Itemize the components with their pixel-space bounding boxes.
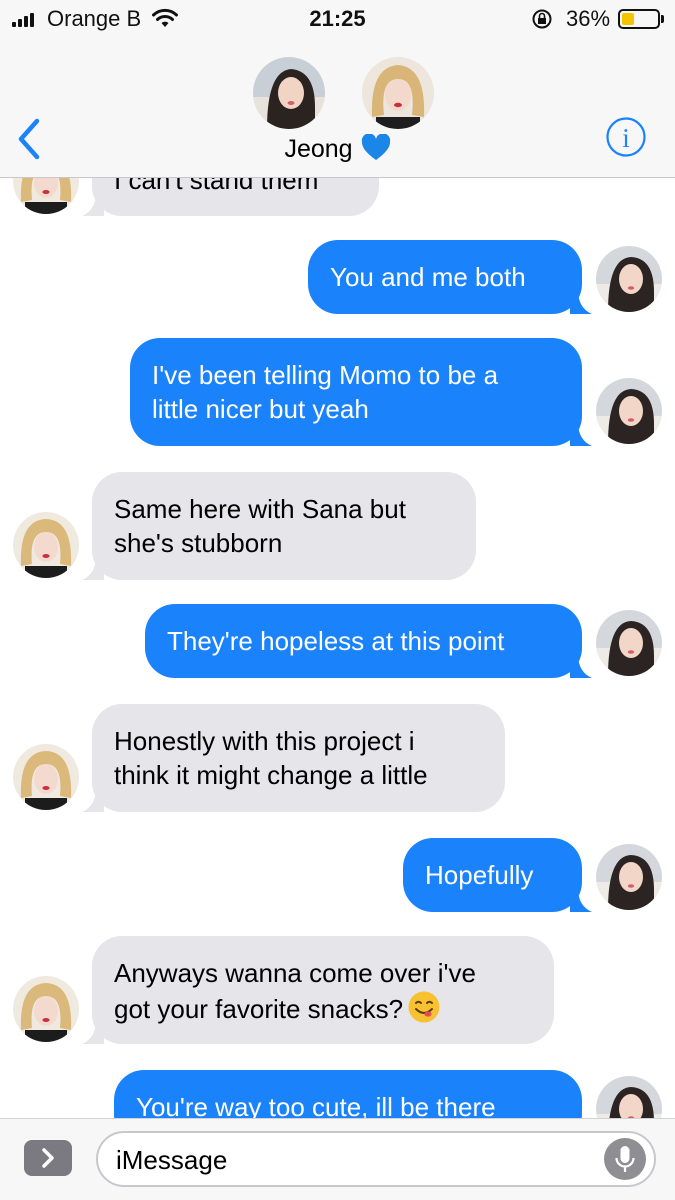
message-text: You and me both <box>330 262 526 292</box>
incoming-message-bubble[interactable]: Honestly with this project i think it mig… <box>92 704 505 812</box>
chevron-right-icon <box>42 1148 54 1168</box>
battery-tip <box>661 15 664 23</box>
bubble-tail <box>570 422 592 446</box>
message-text: I've been telling Momo to be a <box>152 360 499 390</box>
battery-percent: 36% <box>566 6 611 31</box>
message-text: Anyways wanna come over i've <box>114 958 476 988</box>
sender-avatar-jeong[interactable] <box>13 744 79 810</box>
bubble-tail <box>570 290 592 314</box>
sender-avatar-jeong[interactable] <box>13 976 79 1042</box>
message-text: Honestly with this project i <box>114 726 415 756</box>
outgoing-message-bubble[interactable]: Hopefully <box>403 838 582 912</box>
microphone-icon <box>615 1146 635 1172</box>
contact-name-text: Jeong <box>284 135 353 163</box>
bubble-tail <box>82 1020 104 1044</box>
contact-avatar-jeong[interactable] <box>362 57 434 129</box>
info-button[interactable]: i <box>605 116 647 158</box>
message-text: she's stubborn <box>114 528 283 558</box>
battery-icon <box>618 9 660 29</box>
outgoing-message-bubble[interactable]: They're hopeless at this point <box>145 604 582 678</box>
sender-avatar-jeong[interactable] <box>13 512 79 578</box>
svg-text:i: i <box>622 123 630 153</box>
message-text: You're way too cute, ill be there <box>136 1092 496 1118</box>
sender-avatar-me[interactable] <box>596 246 662 312</box>
message-text: Same here with Sana but <box>114 494 406 524</box>
yum-face-emoji-icon <box>407 990 441 1032</box>
status-bar: Orange B 21:25 36% <box>0 0 675 38</box>
incoming-message-bubble[interactable]: I can't stand them <box>92 178 379 216</box>
outgoing-message-bubble[interactable]: You're way too cute, ill be there <box>114 1070 582 1118</box>
message-input[interactable]: iMessage <box>96 1131 656 1187</box>
incoming-message-bubble[interactable]: Anyways wanna come over i've got your fav… <box>92 936 554 1044</box>
mic-button[interactable] <box>604 1138 646 1180</box>
outgoing-message-bubble[interactable]: You and me both <box>308 240 582 314</box>
message-placeholder: iMessage <box>116 1145 228 1175</box>
message-text: think it might change a little <box>114 760 428 790</box>
sender-avatar-jeong[interactable] <box>13 178 79 214</box>
bubble-tail <box>82 192 104 216</box>
sender-avatar-me[interactable] <box>596 1076 662 1118</box>
message-text: little nicer but yeah <box>152 394 369 424</box>
message-text: They're hopeless at this point <box>167 626 505 656</box>
bubble-tail <box>570 888 592 912</box>
bubble-tail <box>570 654 592 678</box>
sender-avatar-me[interactable] <box>596 844 662 910</box>
message-text: Hopefully <box>425 860 534 890</box>
outgoing-message-bubble[interactable]: I've been telling Momo to be a little nic… <box>130 338 582 446</box>
sender-avatar-me[interactable] <box>596 378 662 444</box>
bubble-tail <box>82 556 104 580</box>
apps-button[interactable] <box>24 1140 72 1176</box>
battery-level <box>622 13 634 25</box>
conversation-header: Jeong i <box>0 38 675 178</box>
message-text: I can't stand them <box>114 178 319 195</box>
contact-name[interactable]: Jeong <box>0 134 675 164</box>
contact-avatar-me[interactable] <box>253 57 325 129</box>
incoming-message-bubble[interactable]: Same here with Sana but she's stubborn <box>92 472 476 580</box>
messages-screen: Orange B 21:25 36% Jeong i I can't stand… <box>0 0 675 1200</box>
input-bar: iMessage <box>0 1118 675 1200</box>
bubble-tail <box>82 788 104 812</box>
message-text: got your favorite snacks? <box>114 990 532 1032</box>
blue-heart-icon <box>361 134 390 160</box>
rotation-lock-icon <box>532 9 552 29</box>
message-list[interactable]: I can't stand them You and me both I've be… <box>0 178 675 1118</box>
sender-avatar-me[interactable] <box>596 610 662 676</box>
